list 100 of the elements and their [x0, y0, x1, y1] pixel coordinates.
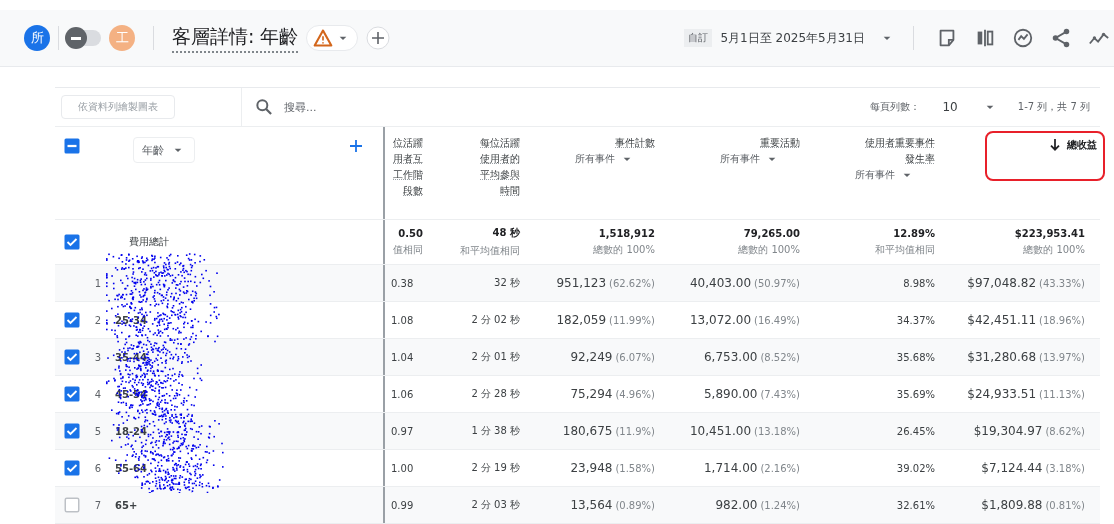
dimension-dropdown[interactable]: 年齡 — [133, 137, 195, 163]
column-header[interactable]: 每位活躍使用者的平均參與時間 — [480, 135, 520, 199]
total-value: 79,265.00 — [743, 227, 800, 239]
table-cell-text: 2 分 28 秒 — [470, 387, 520, 401]
metric-value: 182,059 — [556, 313, 607, 327]
column-header[interactable]: 位活躍用者互工作階段數 — [393, 135, 423, 199]
table-cell-text: 26.45% — [895, 424, 935, 439]
metric-value: $97,048.82 — [967, 276, 1037, 290]
checkbox[interactable] — [63, 233, 81, 251]
row-number: 6 — [93, 462, 103, 474]
checkbox[interactable] — [63, 311, 81, 329]
avatar[interactable]: 所 — [24, 25, 50, 51]
percent-share: (13.97%) — [1039, 351, 1085, 363]
total-value: $223,953.41 — [1014, 227, 1085, 239]
toggle-switch[interactable] — [67, 30, 101, 46]
total-value: 12.89% — [893, 227, 935, 239]
column-header[interactable]: 事件計數 — [615, 135, 655, 151]
metric-value: 23,948 — [570, 461, 613, 475]
table-cell-text: 1.06 — [390, 387, 415, 402]
checkbox[interactable] — [63, 348, 81, 366]
table-cell-text: 1.00 — [390, 461, 415, 476]
table-cell-text: 0.38 — [390, 276, 415, 291]
metric-value: 1,714.00 — [704, 461, 758, 475]
total-note: 總數的 100% — [1023, 242, 1085, 257]
metric-value: $19,304.97 — [973, 424, 1043, 438]
total-note: 和平均值相同 — [460, 244, 520, 258]
percent-share: (13.18%) — [754, 425, 800, 437]
percent-share: (0.89%) — [615, 499, 655, 511]
percent-share: (1.24%) — [760, 499, 800, 511]
share-icon[interactable] — [1050, 27, 1072, 49]
warning-icon[interactable] — [313, 28, 334, 48]
table-cell-text: 35.69% — [895, 387, 935, 402]
date-range[interactable]: 5月1日至 2025年5月31日 — [720, 29, 865, 47]
warning-dropdown[interactable] — [306, 25, 359, 51]
total-note: 總數的 100% — [593, 242, 655, 257]
row-number: 7 — [93, 499, 103, 511]
metric-value: 982.00 — [715, 498, 758, 512]
percent-share: (4.96%) — [615, 388, 655, 400]
percent-share: (3.18%) — [1045, 462, 1085, 474]
metric-value: 13,072.00 — [690, 313, 752, 327]
insights-icon[interactable] — [1012, 27, 1034, 49]
checkbox[interactable] — [63, 422, 81, 440]
report-title: 客層詳情: 年齡 — [172, 23, 299, 53]
search-icon[interactable] — [254, 97, 274, 117]
column-header[interactable]: 總收益 — [1067, 137, 1097, 153]
percent-share: (11.9%) — [615, 425, 655, 437]
metric-value: 6,753.00 — [704, 350, 758, 364]
metric-value: 13,564 — [570, 498, 613, 512]
total-value: 0.50 — [398, 227, 423, 239]
percent-share: (43.33%) — [1039, 277, 1085, 289]
percent-share: (11.13%) — [1039, 388, 1085, 400]
add-dimension-icon[interactable] — [347, 137, 365, 155]
percent-share: (62.62%) — [609, 277, 655, 289]
table-cell-text: 0.99 — [390, 498, 415, 513]
metric-value: 951,123 — [556, 276, 607, 290]
rows-per-page-label: 每頁列數： — [870, 100, 921, 114]
percent-share: (8.52%) — [760, 351, 800, 363]
table-cell-text: 35.68% — [895, 350, 935, 365]
row-label: 18-24 — [115, 425, 147, 437]
percent-share: (18.96%) — [1039, 314, 1085, 326]
metric-value: $31,280.68 — [967, 350, 1037, 364]
table-cell-text: 8.98% — [902, 276, 935, 291]
percent-share: (1.58%) — [615, 462, 655, 474]
table-cell-text: 39.02% — [895, 461, 935, 476]
table-cell-text: 0.97 — [390, 424, 415, 439]
checkbox[interactable] — [63, 496, 81, 514]
table-cell-text: 1.08 — [390, 313, 415, 328]
total-value: 48 秒 — [492, 226, 520, 240]
pagination-label: 1-7 列，共 7 列 — [1017, 100, 1090, 114]
metric-value: 75,294 — [570, 387, 613, 401]
percent-share: (11.99%) — [609, 314, 655, 326]
percent-share: (16.49%) — [754, 314, 800, 326]
metric-value: $42,451.11 — [967, 313, 1037, 327]
event-filter-dropdown[interactable]: 所有事件 — [575, 151, 635, 167]
percent-share: (6.07%) — [615, 351, 655, 363]
table-cell-text: 2 分 03 秒 — [470, 498, 520, 512]
table-cell-text: 32 秒 — [493, 276, 520, 290]
checkbox[interactable] — [63, 459, 81, 477]
percent-share: (8.62%) — [1045, 425, 1085, 437]
checkbox[interactable] — [63, 137, 81, 155]
column-header[interactable]: 重要活動 — [760, 135, 800, 151]
row-number: 3 — [93, 351, 103, 363]
add-icon[interactable] — [366, 26, 391, 50]
percent-share: (2.16%) — [760, 462, 800, 474]
metric-value: 92,249 — [570, 350, 613, 364]
rows-per-page-select[interactable]: 10 — [936, 98, 1004, 116]
event-filter-dropdown[interactable]: 所有事件 — [855, 167, 915, 183]
row-number: 5 — [93, 425, 103, 437]
search-field[interactable]: 搜尋... — [282, 99, 431, 115]
percent-share: (7.43%) — [760, 388, 800, 400]
table-cell-text: 2 分 01 秒 — [470, 350, 520, 364]
row-label: 65+ — [115, 499, 138, 511]
checkbox[interactable] — [63, 385, 81, 403]
event-filter-dropdown[interactable]: 所有事件 — [720, 151, 780, 167]
total-note: 和平均值相同 — [875, 242, 935, 257]
column-header[interactable]: 使用者重要事件發生率 — [865, 135, 935, 167]
percent-share: (50.97%) — [754, 277, 800, 289]
table-cell-text: 1 分 38 秒 — [470, 424, 520, 438]
metric-value: 40,403.00 — [690, 276, 752, 290]
metric-value: $7,124.44 — [981, 461, 1043, 475]
